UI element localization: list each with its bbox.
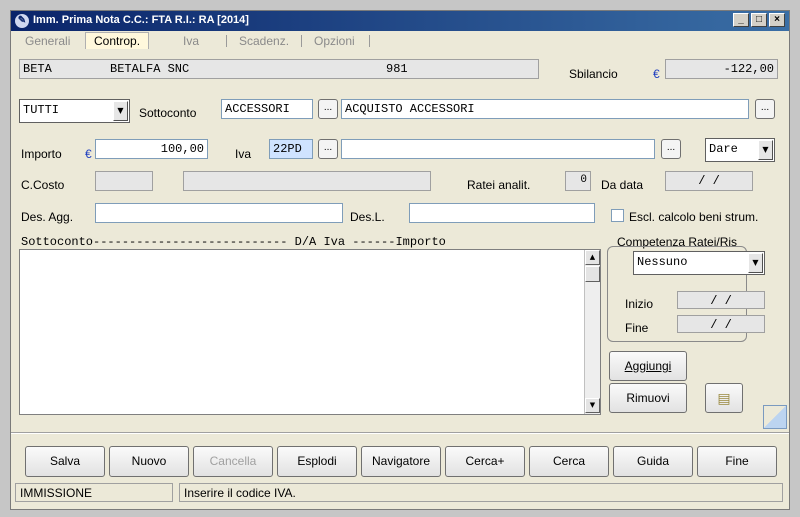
escl-checkbox[interactable] <box>611 209 624 222</box>
sottoconto-desc-input[interactable]: ACQUISTO ACCESSORI <box>341 99 749 119</box>
chevron-down-icon: ▼ <box>113 101 128 121</box>
sottoconto-desc-lookup-button[interactable]: ... <box>755 99 775 119</box>
minimize-button[interactable]: _ <box>733 13 749 27</box>
ccosto-code-input[interactable] <box>95 171 153 191</box>
navigatore-button[interactable]: Navigatore <box>361 446 441 477</box>
scroll-up-icon[interactable]: ▲ <box>585 250 600 265</box>
fine-button[interactable]: Fine <box>697 446 777 477</box>
cerca-plus-button[interactable]: Cerca+ <box>445 446 525 477</box>
esplodi-button[interactable]: Esplodi <box>277 446 357 477</box>
rimuovi-label: Rimuovi <box>626 391 670 405</box>
window-title: Imm. Prima Nota C.C.: FTA R.I.: RA [2014… <box>33 14 249 26</box>
iva-lookup-button[interactable]: ... <box>318 139 338 159</box>
account-code: BETA <box>23 62 52 76</box>
iva-desc-input[interactable] <box>341 139 655 159</box>
des-l-label: Des.L. <box>350 210 385 224</box>
iva-desc-lookup-button[interactable]: ... <box>661 139 681 159</box>
account-header: BETA BETALFA SNC 981 <box>19 59 539 79</box>
ccosto-label: C.Costo <box>21 178 65 192</box>
scroll-down-icon[interactable]: ▼ <box>585 398 600 413</box>
euro-icon: € <box>653 67 660 81</box>
rimuovi-button[interactable]: Rimuovi <box>609 383 687 413</box>
importo-label: Importo <box>21 147 62 161</box>
sottoconto-lookup-button[interactable]: ... <box>318 99 338 119</box>
status-mode: IMMISSIONE <box>15 483 173 502</box>
guida-button[interactable]: Guida <box>613 446 693 477</box>
status-message: Inserire il codice IVA. <box>179 483 783 502</box>
ratei-label: Ratei analit. <box>467 178 531 192</box>
fine-label: Fine <box>625 321 649 335</box>
resize-grip-icon[interactable] <box>763 405 787 429</box>
tab-iva[interactable]: Iva <box>183 34 199 49</box>
list-scrollbar[interactable]: ▲ ▼ <box>584 250 600 414</box>
tab-separator <box>226 35 227 47</box>
euro-icon: € <box>85 147 92 161</box>
maximize-button[interactable]: □ <box>751 13 767 27</box>
close-button[interactable]: × <box>769 13 785 27</box>
app-icon: ✎ <box>15 14 29 28</box>
ratei-count: 0 <box>565 171 591 191</box>
iva-code-input[interactable]: 22PD <box>269 139 313 159</box>
da-data-input[interactable]: / / <box>665 171 753 191</box>
sottoconto-label: Sottoconto <box>139 106 197 120</box>
account-name: BETALFA SNC <box>110 62 190 76</box>
aggiungi-button[interactable]: Aggiungi <box>609 351 687 381</box>
account-number: 981 <box>386 62 408 76</box>
cancella-button[interactable]: Cancella <box>193 446 273 477</box>
tab-generali[interactable]: Generali <box>25 34 70 49</box>
filter-value: TUTTI <box>23 103 60 117</box>
fine-input[interactable]: / / <box>677 315 765 333</box>
aggiungi-label: Aggiungi <box>624 359 672 373</box>
tab-separator <box>301 35 302 47</box>
chevron-down-icon: ▼ <box>758 140 773 160</box>
tab-strip: Generali Controp. Iva Scadenz. Opzioni <box>11 32 789 49</box>
cerca-button[interactable]: Cerca <box>529 446 609 477</box>
salva-button[interactable]: Salva <box>25 446 105 477</box>
importo-input[interactable]: 100,00 <box>95 139 208 159</box>
grid-header: Sottoconto--------------------------- D/… <box>21 235 446 249</box>
ccosto-desc-input[interactable] <box>183 171 431 191</box>
chevron-down-icon: ▼ <box>748 253 763 273</box>
entries-list[interactable]: ▲ ▼ <box>19 249 601 415</box>
tab-separator <box>369 35 370 47</box>
iva-label: Iva <box>235 147 252 161</box>
scroll-thumb[interactable] <box>585 266 600 282</box>
des-l-input[interactable] <box>409 203 595 223</box>
competenza-value: Nessuno <box>637 255 688 269</box>
tab-controp[interactable]: Controp. <box>85 32 150 49</box>
sbilancio-label: Sbilancio <box>569 67 618 81</box>
competenza-select[interactable]: Nessuno ▼ <box>633 251 765 275</box>
paste-icon: ▤ <box>717 390 731 406</box>
divider <box>11 432 789 434</box>
da-data-label: Da data <box>601 178 644 192</box>
tab-scadenz[interactable]: Scadenz. <box>239 34 289 49</box>
tab-opzioni[interactable]: Opzioni <box>314 34 355 49</box>
des-agg-input[interactable] <box>95 203 343 223</box>
paste-button[interactable]: ▤ <box>705 383 743 413</box>
des-agg-label: Des. Agg. <box>21 210 74 224</box>
dare-avere-value: Dare <box>709 142 738 156</box>
nuovo-button[interactable]: Nuovo <box>109 446 189 477</box>
title-bar[interactable]: ✎ Imm. Prima Nota C.C.: FTA R.I.: RA [20… <box>11 11 789 31</box>
sottoconto-code-input[interactable]: ACCESSORI <box>221 99 313 119</box>
main-window: ✎ Imm. Prima Nota C.C.: FTA R.I.: RA [20… <box>10 10 790 510</box>
inizio-label: Inizio <box>625 297 654 311</box>
inizio-input[interactable]: / / <box>677 291 765 309</box>
filter-select[interactable]: TUTTI ▼ <box>19 99 130 123</box>
status-bar: IMMISSIONE Inserire il codice IVA. <box>11 483 789 503</box>
sbilancio-value: -122,00 <box>665 59 778 79</box>
escl-label: Escl. calcolo beni strum. <box>629 210 759 224</box>
dare-avere-select[interactable]: Dare ▼ <box>705 138 775 162</box>
